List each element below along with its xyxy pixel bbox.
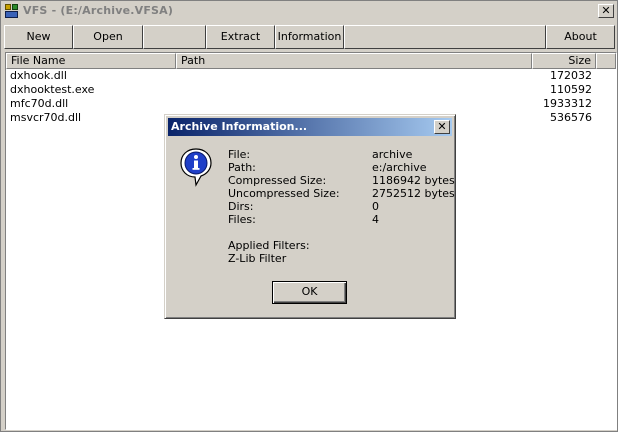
column-header-filler [596,53,616,69]
field-value-path: e:/archive [372,161,427,174]
archive-information-dialog: Archive Information... ✕ File: archive P… [164,114,456,319]
window-close-button[interactable]: ✕ [598,4,614,18]
file-size: 172032 [550,69,592,82]
field-label-compressed-size: Compressed Size: [228,174,327,187]
file-name: msvcr70d.dll [10,111,82,124]
file-size: 536576 [550,111,592,124]
new-button[interactable]: New [4,25,73,49]
file-name: dxhook.dll [10,69,67,82]
column-header-file-name[interactable]: File Name [6,53,176,69]
close-icon: ✕ [601,4,611,17]
field-value-files: 4 [372,213,379,226]
close-icon: ✕ [437,120,447,133]
dialog-title: Archive Information... [171,120,308,133]
open-button[interactable]: Open [73,25,143,49]
window-title: VFS - (E:/Archive.VFSA) [23,4,174,17]
field-label-uncompressed-size: Uncompressed Size: [228,187,340,200]
field-value-uncompressed-size: 2752512 bytes [372,187,455,200]
filter-item: Z-Lib Filter [228,252,287,265]
title-bar[interactable]: VFS - (E:/Archive.VFSA) ✕ [1,1,617,21]
field-label-file: File: [228,148,251,161]
field-value-dirs: 0 [372,200,379,213]
list-item[interactable]: dxhooktest.exe 110592 [6,83,606,97]
applied-filters-heading: Applied Filters: [228,239,310,252]
list-item[interactable]: dxhook.dll 172032 [6,69,606,83]
about-button[interactable]: About [546,25,615,49]
toolbar: New Open Extract Information About [4,25,616,50]
dialog-close-button[interactable]: ✕ [434,120,450,134]
file-name: mfc70d.dll [10,97,69,110]
field-value-compressed-size: 1186942 bytes [372,174,455,187]
column-header-path[interactable]: Path [176,53,532,69]
list-item[interactable]: mfc70d.dll 1933312 [6,97,606,111]
information-button[interactable]: Information [275,25,344,49]
field-label-files: Files: [228,213,256,226]
field-label-path: Path: [228,161,256,174]
file-name: dxhooktest.exe [10,83,95,96]
field-value-file: archive [372,148,413,161]
toolbar-spacer [143,25,206,49]
app-icon [4,3,20,19]
ok-button[interactable]: OK [272,281,347,304]
field-label-dirs: Dirs: [228,200,254,213]
extract-button[interactable]: Extract [206,25,275,49]
info-icon [180,148,212,187]
dialog-title-bar[interactable]: Archive Information... ✕ [168,118,452,136]
file-size: 1933312 [543,97,592,110]
toolbar-spacer-wide [344,25,546,49]
file-size: 110592 [550,83,592,96]
column-header-size[interactable]: Size [532,53,596,69]
